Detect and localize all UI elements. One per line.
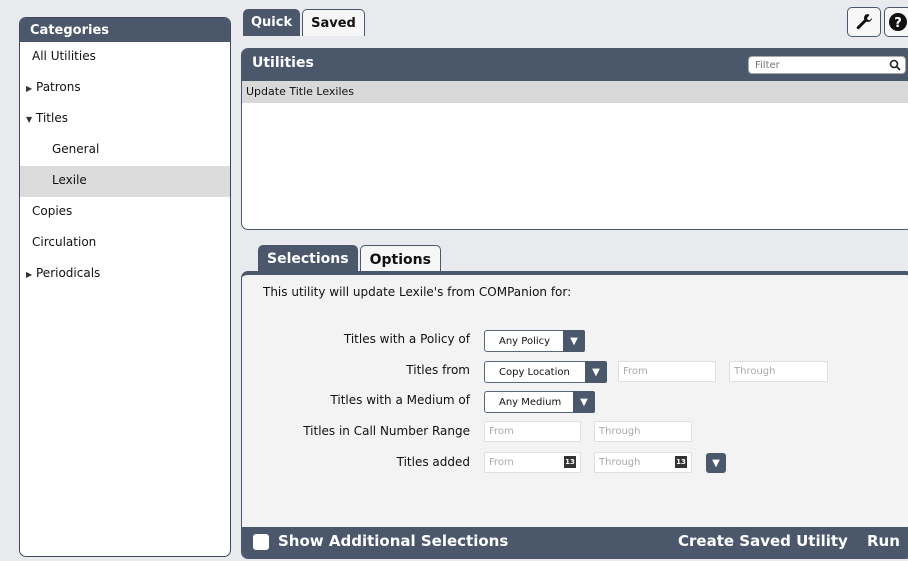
tab-quick[interactable]: Quick (243, 9, 301, 36)
medium-select[interactable]: Any Medium ▼ (484, 391, 595, 413)
sidebar-item-label: Lexile (52, 173, 87, 187)
medium-value: Any Medium (499, 396, 562, 408)
show-additional-checkbox[interactable] (253, 534, 269, 550)
filter-input[interactable] (749, 57, 874, 74)
sidebar-item-label: Titles (36, 111, 68, 125)
sidebar-item-label: Copies (32, 204, 73, 218)
utilities-panel: Utilities Update Title Lexiles (241, 48, 908, 230)
help-icon: ? (889, 13, 907, 31)
utilities-title: Utilities (252, 55, 314, 71)
chevron-down-icon: ▼ (585, 361, 607, 383)
location-select[interactable]: Copy Location ▼ (484, 361, 607, 383)
added-label: Titles added (396, 455, 470, 469)
calendar-icon[interactable]: 13 (675, 456, 687, 468)
tab-saved[interactable]: Saved (302, 9, 365, 36)
selections-panel: This utility will update Lexile's from C… (241, 271, 908, 559)
filter-search[interactable] (748, 56, 906, 74)
sidebar-item-label: Circulation (32, 235, 97, 249)
utilities-header: Utilities (242, 49, 908, 81)
calendar-icon[interactable]: 13 (564, 456, 576, 468)
callnum-from-field[interactable]: From (484, 421, 581, 442)
expand-arrow-icon[interactable]: ▶ (26, 260, 36, 289)
location-value: Copy Location (499, 366, 570, 378)
create-saved-utility-button[interactable]: Create Saved Utility (678, 532, 848, 550)
run-button[interactable]: Run (867, 532, 900, 550)
expand-arrow-icon[interactable]: ▶ (26, 74, 36, 103)
tab-options[interactable]: Options (359, 245, 441, 272)
chevron-down-icon: ▼ (712, 457, 720, 469)
sidebar-item-lexile[interactable]: Lexile (20, 166, 230, 197)
footer-bar: Show Additional Selections Create Saved … (242, 527, 908, 558)
location-through-field[interactable]: Through (729, 361, 828, 382)
sidebar-item-circulation[interactable]: Circulation (20, 228, 230, 259)
wrench-button[interactable] (847, 7, 881, 37)
location-from-field[interactable]: From (618, 361, 716, 382)
sidebar-item-label: General (52, 142, 100, 156)
policy-value: Any Policy (499, 335, 551, 347)
sidebar-item-label: All Utilities (32, 49, 96, 63)
list-item[interactable]: Update Title Lexiles (242, 81, 908, 103)
chevron-down-icon: ▼ (573, 391, 595, 413)
intro-text: This utility will update Lexile's from C… (263, 285, 572, 299)
show-additional-label[interactable]: Show Additional Selections (278, 532, 508, 550)
svg-text:?: ? (894, 16, 902, 31)
sidebar-item-copies[interactable]: Copies (20, 197, 230, 228)
search-icon[interactable] (889, 59, 901, 71)
categories-header: Categories (20, 18, 230, 42)
from-label: Titles from (406, 363, 470, 377)
policy-label: Titles with a Policy of (343, 332, 470, 346)
categories-sidebar: Categories All Utilities ▶ Patrons ▼ Title… (19, 17, 231, 557)
sidebar-item-all-utilities[interactable]: All Utilities (20, 42, 230, 73)
added-through-field[interactable]: Through 13 (594, 452, 692, 473)
tab-selections[interactable]: Selections (258, 245, 358, 272)
sidebar-item-label: Periodicals (36, 266, 101, 280)
sidebar-item-titles[interactable]: ▼ Titles (20, 104, 230, 135)
policy-select[interactable]: Any Policy ▼ (484, 330, 585, 352)
callnum-through-field[interactable]: Through (594, 421, 692, 442)
sidebar-item-periodicals[interactable]: ▶ Periodicals (20, 259, 230, 290)
sidebar-item-general[interactable]: General (20, 135, 230, 166)
help-button[interactable]: ? (884, 7, 908, 37)
added-from-field[interactable]: From 13 (484, 452, 581, 473)
wrench-icon (856, 14, 872, 30)
sidebar-item-label: Patrons (36, 80, 81, 94)
top-tabs: Quick Saved (243, 9, 365, 36)
date-options-dropdown[interactable]: ▼ (706, 453, 726, 473)
collapse-arrow-icon[interactable]: ▼ (26, 105, 36, 134)
medium-label: Titles with a Medium of (330, 393, 470, 407)
sidebar-item-patrons[interactable]: ▶ Patrons (20, 73, 230, 104)
selection-tabs: Selections Options (258, 245, 441, 272)
chevron-down-icon: ▼ (563, 330, 585, 352)
callnum-label: Titles in Call Number Range (303, 424, 470, 438)
